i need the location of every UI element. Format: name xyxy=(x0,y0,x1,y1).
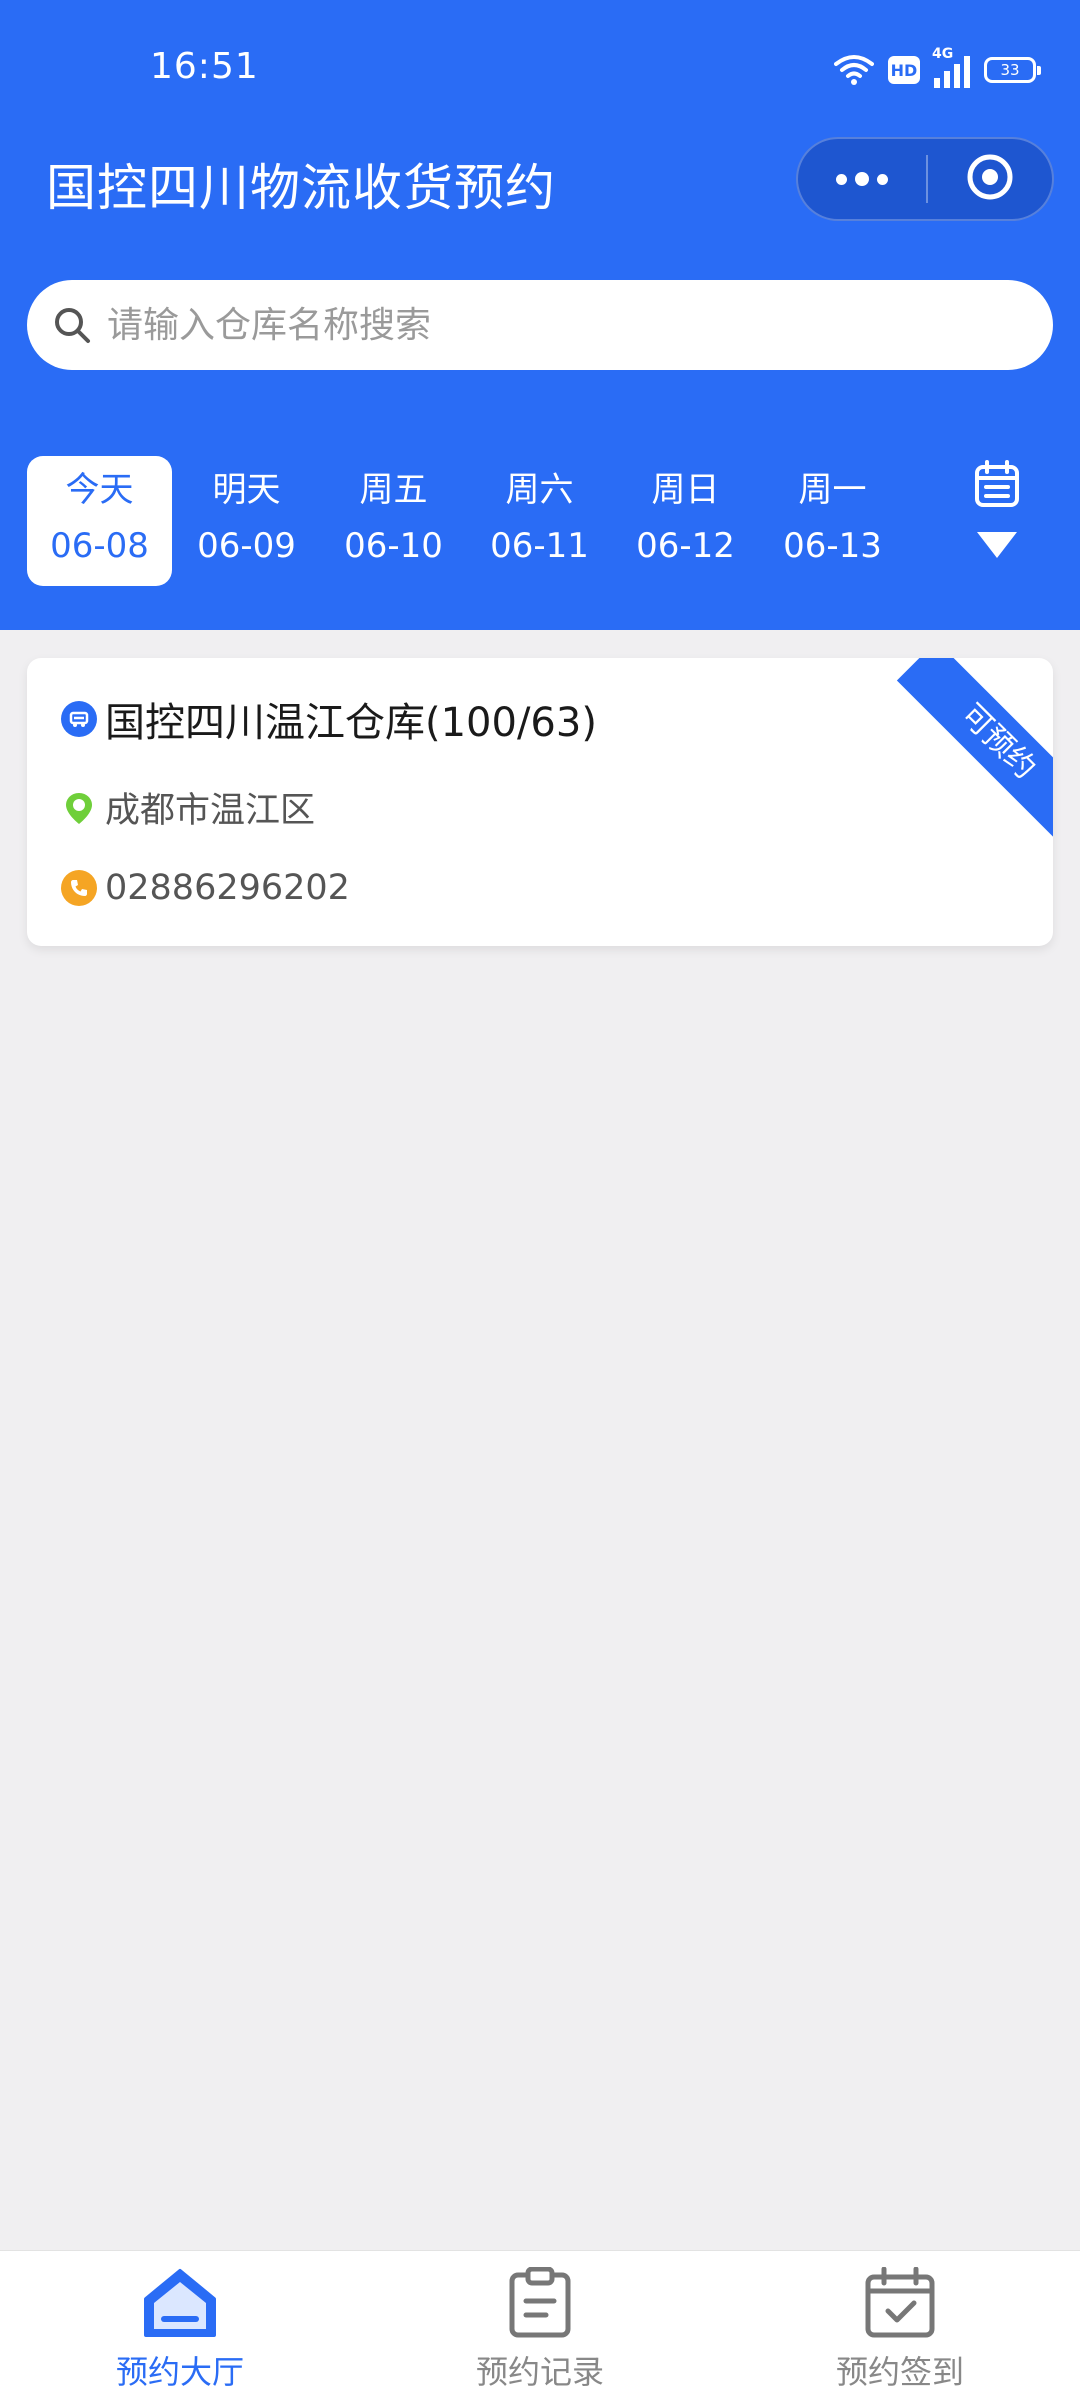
target-close-icon xyxy=(965,152,1015,206)
tab-reservation-records[interactable]: 预约记录 xyxy=(360,2251,720,2401)
phone-icon xyxy=(61,870,97,906)
location-pin-icon xyxy=(61,790,97,826)
date-tab-today[interactable]: 今天 06-08 xyxy=(27,456,172,586)
warehouse-phone[interactable]: 02886296202 xyxy=(105,868,350,908)
close-miniprogram-button[interactable] xyxy=(928,137,1052,221)
hd-badge: HD xyxy=(888,56,920,84)
date-tabs: 今天 06-08 明天 06-09 周五 06-10 周六 06-11 周日 0… xyxy=(27,456,1053,586)
more-icon xyxy=(836,173,847,185)
status-ribbon: 可预约 xyxy=(853,658,1053,858)
warehouse-district: 成都市温江区 xyxy=(105,791,316,831)
header: 16:51 HD 4G 33 国控四川物流收货预约 请输入仓库名称搜索 今天 0… xyxy=(0,0,1080,630)
date-tab-date: 06-09 xyxy=(197,526,296,566)
wifi-icon xyxy=(834,54,874,86)
date-tab-date: 06-08 xyxy=(50,526,149,566)
date-tab-day: 周五 xyxy=(359,470,428,510)
date-tab-date: 06-12 xyxy=(636,526,735,566)
more-icon-center-dot xyxy=(855,172,869,186)
warehouse-card[interactable]: 国控四川温江仓库(100/63) 成都市温江区 02886296202 可预约 xyxy=(27,658,1053,946)
date-tab-tomorrow[interactable]: 明天 06-09 xyxy=(174,456,319,586)
more-button[interactable] xyxy=(798,137,926,221)
calendar-picker-button[interactable] xyxy=(947,456,1047,586)
home-icon xyxy=(140,2267,220,2343)
warehouse-icon xyxy=(61,701,97,737)
date-tab-friday[interactable]: 周五 06-10 xyxy=(321,456,466,586)
search-icon xyxy=(51,304,93,346)
tab-reservation-hall[interactable]: 预约大厅 xyxy=(0,2251,360,2401)
calendar-icon xyxy=(974,460,1020,512)
date-tab-sunday[interactable]: 周日 06-12 xyxy=(613,456,758,586)
warehouse-name-row: 国控四川温江仓库(100/63) xyxy=(61,690,597,748)
calendar-check-icon xyxy=(860,2266,940,2343)
date-tab-day: 周六 xyxy=(505,470,574,510)
more-icon-dot xyxy=(877,173,888,185)
search-input[interactable] xyxy=(105,303,1009,347)
mini-program-capsule xyxy=(796,137,1054,221)
warehouse-location-row: 成都市温江区 xyxy=(61,782,315,833)
status-time: 16:51 xyxy=(150,46,259,87)
date-tab-monday[interactable]: 周一 06-13 xyxy=(760,456,905,586)
status-badge: 可预约 xyxy=(896,658,1053,844)
tab-label: 预约签到 xyxy=(835,2353,964,2391)
signal-icon: 4G xyxy=(932,46,970,88)
date-tab-day: 明天 xyxy=(212,470,281,510)
tab-label: 预约记录 xyxy=(475,2353,604,2391)
triangle-down-icon xyxy=(977,532,1017,562)
date-tab-date: 06-13 xyxy=(783,526,882,566)
date-tab-date: 06-11 xyxy=(490,526,589,566)
date-tab-day: 周一 xyxy=(798,470,867,510)
date-tab-saturday[interactable]: 周六 06-11 xyxy=(467,456,612,586)
date-tab-day: 周日 xyxy=(651,470,720,510)
date-tab-day: 今天 xyxy=(65,470,134,510)
tab-reservation-checkin[interactable]: 预约签到 xyxy=(720,2251,1080,2401)
status-icons: HD 4G 33 xyxy=(834,46,1041,90)
battery-indicator: 33 xyxy=(984,57,1041,83)
tab-label: 预约大厅 xyxy=(115,2353,244,2391)
warehouse-name: 国控四川温江仓库(100/63) xyxy=(105,700,597,746)
bottom-tab-bar: 预约大厅 预约记录 预约签到 xyxy=(0,2250,1080,2401)
status-bar: 16:51 HD 4G 33 xyxy=(0,0,1080,140)
page-title: 国控四川物流收货预约 xyxy=(46,159,556,217)
network-type-label: 4G xyxy=(932,46,954,62)
date-tab-date: 06-10 xyxy=(344,526,443,566)
clipboard-icon xyxy=(500,2266,580,2343)
search-box[interactable] xyxy=(27,280,1053,370)
warehouse-phone-row: 02886296202 xyxy=(61,868,350,908)
